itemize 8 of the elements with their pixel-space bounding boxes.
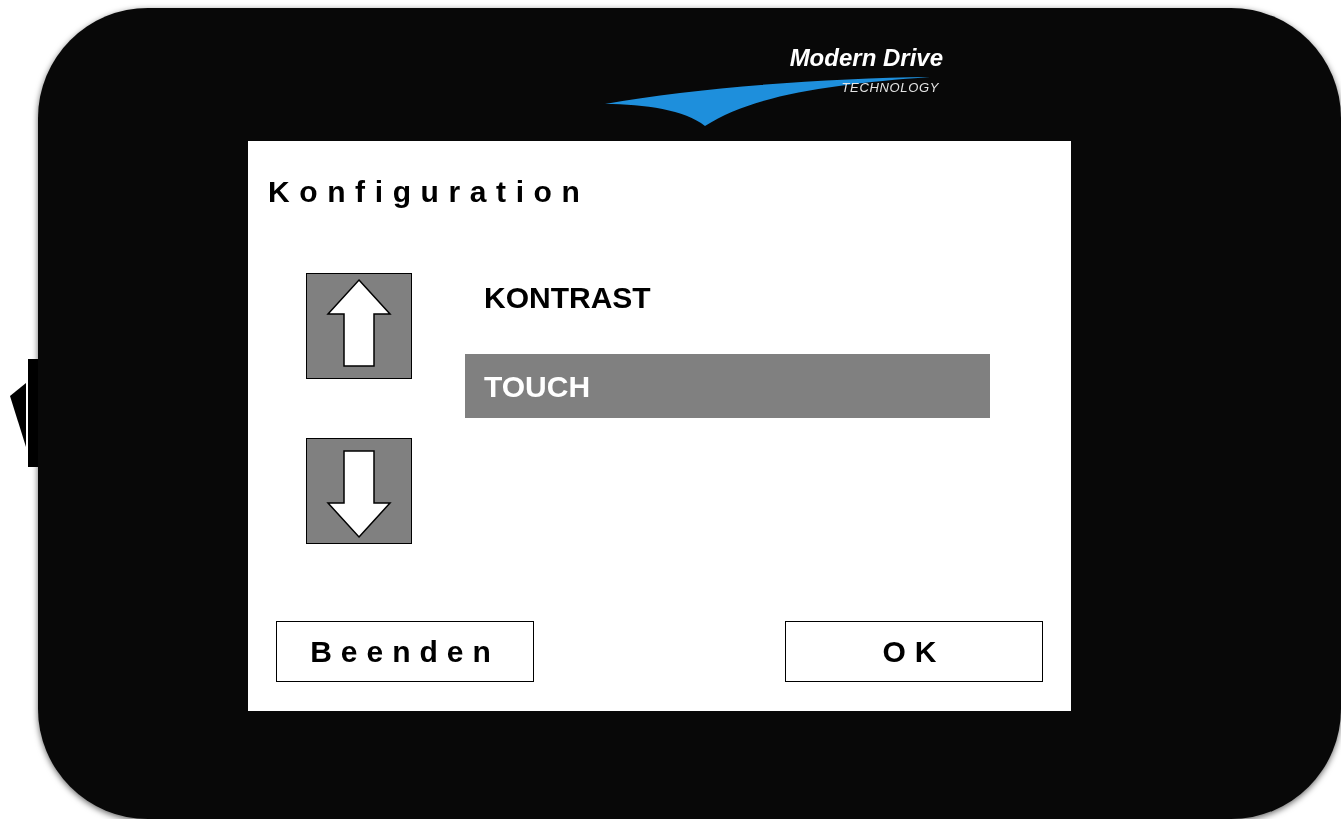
brand-name: Modern Drive — [789, 44, 943, 72]
brand-tagline: TECHNOLOGY — [841, 80, 939, 96]
scroll-up-button[interactable] — [306, 273, 412, 379]
menu-item[interactable]: TOUCH — [465, 354, 990, 418]
screen-title: Konfiguration — [268, 174, 590, 210]
exit-button[interactable]: Beenden — [276, 621, 534, 682]
ok-button[interactable]: OK — [785, 621, 1043, 682]
scroll-down-button[interactable] — [306, 438, 412, 544]
